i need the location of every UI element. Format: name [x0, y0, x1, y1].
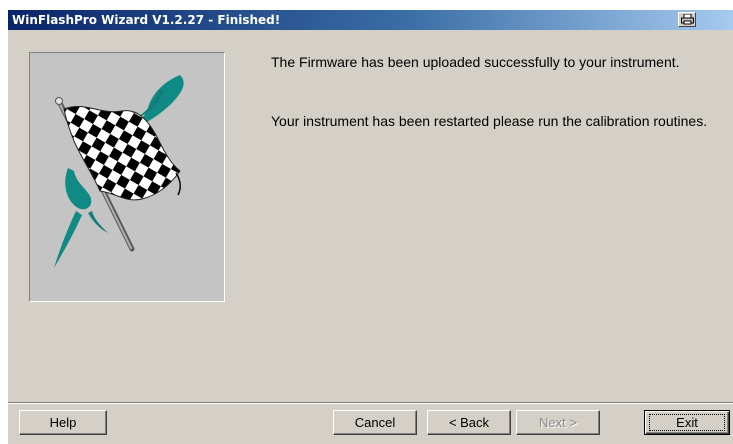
wizard-window: WinFlashPro Wizard V1.2.27 - Finished! T… [8, 10, 733, 444]
window-title: WinFlashPro Wizard V1.2.27 - Finished! [12, 13, 281, 27]
next-button[interactable]: Next > [516, 410, 600, 435]
checkered-flag-icon [54, 75, 184, 268]
title-bar[interactable]: WinFlashPro Wizard V1.2.27 - Finished! [8, 10, 733, 30]
printer-icon[interactable] [678, 12, 696, 27]
wizard-image-panel [29, 52, 225, 302]
back-button[interactable]: < Back [427, 410, 511, 435]
next-button-label: Next > [539, 415, 577, 430]
help-button[interactable]: Help [19, 410, 107, 435]
exit-button-label: Exit [676, 415, 698, 430]
cancel-button-label: Cancel [354, 415, 396, 430]
back-button-label: < Back [448, 415, 490, 430]
help-button-label: Help [49, 415, 77, 430]
calibration-message: Your instrument has been restarted pleas… [271, 113, 708, 129]
success-message: The Firmware has been uploaded successfu… [271, 54, 680, 70]
button-separator [8, 402, 733, 404]
cancel-button[interactable]: Cancel [333, 410, 417, 435]
exit-button[interactable]: Exit [644, 410, 730, 435]
